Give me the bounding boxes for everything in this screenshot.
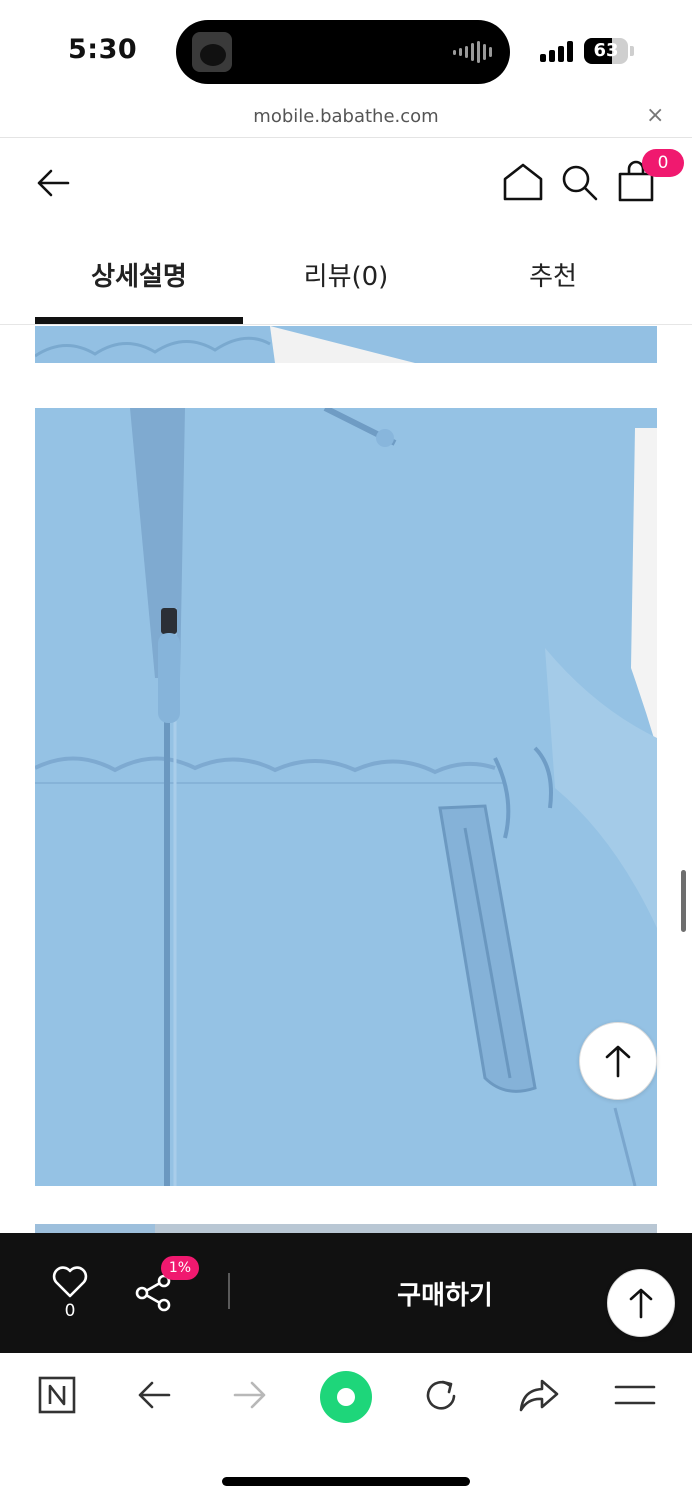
share-arrow-icon[interactable] <box>518 1377 560 1413</box>
forward-arrow-icon <box>233 1381 266 1409</box>
tab-details[interactable]: 상세설명 <box>35 256 243 293</box>
share-reward-badge: 1% <box>161 1256 199 1280</box>
purchase-bar: 0 1% 구매하기 <box>0 1233 692 1353</box>
status-time: 5:30 <box>68 34 138 65</box>
search-icon[interactable] <box>560 163 600 203</box>
tab-recommended[interactable]: 추천 <box>449 256 657 293</box>
home-icon[interactable] <box>502 162 544 202</box>
home-indicator <box>222 1477 470 1486</box>
product-image-jacket <box>35 408 657 1186</box>
battery-icon: 63 <box>584 38 628 64</box>
arrow-left-icon[interactable] <box>34 164 72 202</box>
audio-waveform-icon <box>453 40 492 64</box>
menu-icon[interactable] <box>614 1383 656 1407</box>
back-arrow-icon[interactable] <box>136 1378 172 1412</box>
buy-bar-scroll-top-button[interactable] <box>607 1269 675 1337</box>
cellular-signal-icon <box>540 40 573 62</box>
heart-icon[interactable] <box>52 1265 88 1299</box>
dynamic-island <box>176 20 510 84</box>
arrow-up-icon <box>629 1288 653 1319</box>
battery-tip <box>630 46 634 56</box>
refresh-icon[interactable] <box>422 1377 460 1415</box>
url-text[interactable]: mobile.babathe.com <box>0 106 692 127</box>
like-count: 0 <box>64 1301 76 1321</box>
buy-button[interactable]: 구매하기 <box>320 1275 570 1312</box>
browser-url-bar[interactable]: mobile.babathe.com × <box>0 100 692 138</box>
now-playing-artwork <box>192 32 232 72</box>
tab-reviews[interactable]: 리뷰(0) <box>242 256 450 293</box>
product-detail-content[interactable] <box>0 326 692 1234</box>
battery-percentage: 63 <box>593 40 619 61</box>
scroll-to-top-button[interactable] <box>579 1022 657 1100</box>
cart-count-badge: 0 <box>642 149 684 177</box>
status-bar: 5:30 63 <box>0 0 692 100</box>
naver-logo-icon[interactable] <box>38 1376 76 1414</box>
close-icon[interactable]: × <box>646 103 664 128</box>
buy-bar-divider <box>228 1273 230 1309</box>
green-dot-icon[interactable] <box>320 1371 372 1423</box>
detail-tabs: 상세설명 리뷰(0) 추천 <box>0 230 692 325</box>
active-tab-indicator <box>35 317 243 324</box>
app-header <box>0 140 692 230</box>
product-image-top-crop <box>35 326 657 363</box>
scrollbar-thumb[interactable] <box>681 870 686 932</box>
arrow-up-icon <box>605 1045 631 1078</box>
